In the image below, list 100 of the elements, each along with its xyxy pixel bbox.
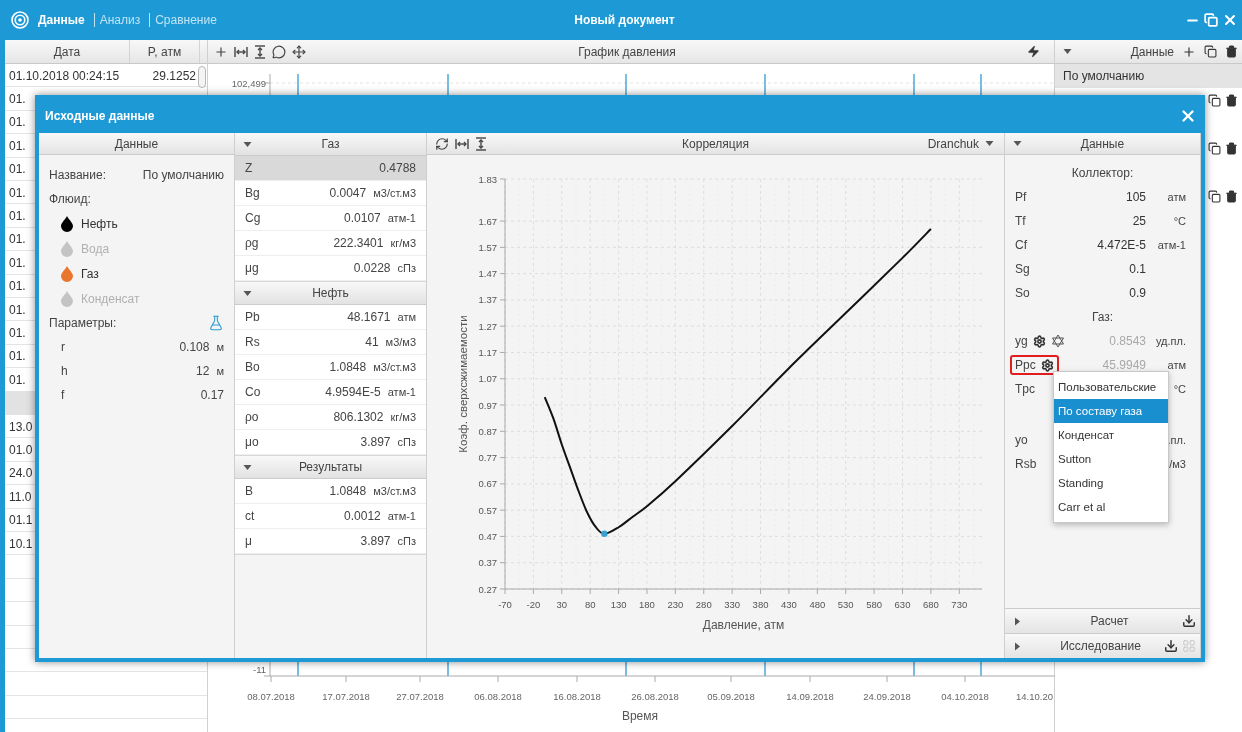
plus-icon[interactable] bbox=[214, 44, 228, 59]
axis-tick-label: 1.67 bbox=[478, 215, 497, 227]
section-header[interactable]: Газ bbox=[235, 133, 426, 156]
row-value: 4.472E-5 bbox=[1097, 238, 1146, 252]
table-cell: 01. bbox=[9, 115, 26, 130]
axis-tick-label: 0.67 bbox=[478, 478, 497, 490]
axis-tick-label: 0.47 bbox=[478, 530, 497, 542]
property-row[interactable]: B 1.0848 м3/ст.м3 bbox=[235, 479, 426, 504]
property-label: Bo bbox=[245, 360, 260, 374]
section-header[interactable]: Исследование bbox=[1005, 633, 1200, 658]
trash-icon[interactable] bbox=[1225, 141, 1238, 155]
property-row[interactable]: Co 4.9594E-5 атм-1 bbox=[235, 380, 426, 405]
axis-tick-label: 1.83 bbox=[478, 173, 497, 185]
property-label: ρo bbox=[245, 410, 259, 424]
download-icon[interactable] bbox=[1164, 639, 1178, 653]
menu-item[interactable]: Sutton bbox=[1054, 447, 1168, 471]
menu-item[interactable]: Пользовательские bbox=[1054, 375, 1168, 399]
section-header[interactable]: Нефть bbox=[235, 282, 426, 305]
close-icon[interactable] bbox=[1179, 107, 1197, 125]
param-label: h bbox=[61, 364, 68, 378]
property-row[interactable]: μ 3.897 сПз bbox=[235, 529, 426, 554]
axis-tick-label: 430 bbox=[781, 599, 797, 610]
field-label: Параметры: bbox=[49, 316, 117, 330]
property-label: Z bbox=[245, 161, 253, 175]
fit-width-icon[interactable] bbox=[455, 137, 469, 150]
method-dropdown[interactable]: Dranchuk bbox=[925, 136, 996, 151]
property-value: 1.0848 bbox=[329, 484, 367, 498]
gear-icon[interactable] bbox=[1040, 358, 1054, 372]
caret-icon[interactable] bbox=[1013, 139, 1022, 148]
property-value: 0.0047 bbox=[329, 186, 367, 200]
fit-height-icon[interactable] bbox=[254, 44, 266, 59]
trash-icon[interactable] bbox=[1225, 189, 1238, 203]
axis-tick-label: 05.09.2018 bbox=[707, 691, 755, 702]
axis-tick-label: -70 bbox=[498, 599, 512, 610]
property-row[interactable]: Cg 0.0107 атм-1 bbox=[235, 206, 426, 231]
flask-icon[interactable] bbox=[208, 315, 224, 331]
lightning-icon[interactable] bbox=[1027, 45, 1040, 58]
copy-icon[interactable] bbox=[1208, 189, 1221, 203]
property-unit: сПз bbox=[397, 262, 416, 274]
data-point[interactable] bbox=[601, 530, 608, 537]
property-value: 222.3401 bbox=[333, 236, 384, 250]
property-row[interactable]: Rs 41 м3/м3 bbox=[235, 330, 426, 355]
property-label: μg bbox=[245, 261, 259, 275]
panel-header[interactable]: Данные bbox=[1005, 133, 1200, 155]
trash-icon[interactable] bbox=[1225, 93, 1238, 107]
caret-icon[interactable] bbox=[1063, 47, 1072, 56]
property-row[interactable]: ρo 806.1302 кг/м3 bbox=[235, 405, 426, 430]
table-cell: 01. bbox=[9, 209, 26, 224]
table-cell: 01. bbox=[9, 138, 26, 153]
comment-icon[interactable] bbox=[272, 44, 286, 59]
caret-icon[interactable] bbox=[243, 288, 252, 298]
copy-icon[interactable] bbox=[1208, 141, 1221, 155]
column-header[interactable]: Дата bbox=[5, 40, 130, 63]
menu-item[interactable]: Конденсат bbox=[1054, 423, 1168, 447]
panel-title: Данные bbox=[1130, 44, 1174, 59]
menu-item[interactable]: Standing bbox=[1054, 471, 1168, 495]
fluid-option[interactable]: Нефть bbox=[81, 216, 118, 231]
section-header[interactable]: Расчет bbox=[1005, 608, 1200, 633]
close-icon[interactable] bbox=[1222, 12, 1238, 28]
property-value: 4.9594E-5 bbox=[325, 385, 381, 399]
plus-icon[interactable] bbox=[1182, 44, 1196, 59]
caret-icon[interactable] bbox=[243, 462, 252, 472]
fit-width-icon[interactable] bbox=[234, 45, 248, 58]
property-row[interactable]: ρg 222.3401 кг/м3 bbox=[235, 231, 426, 256]
caret-icon[interactable] bbox=[1013, 641, 1022, 651]
restore-icon[interactable] bbox=[1204, 13, 1218, 27]
trash-icon[interactable] bbox=[1225, 45, 1238, 58]
property-row[interactable]: Bo 1.0848 м3/ст.м3 bbox=[235, 355, 426, 380]
property-row[interactable]: μo 3.897 сПз bbox=[235, 430, 426, 455]
axis-tick-label: 0.37 bbox=[478, 557, 497, 569]
property-unit: атм-1 bbox=[387, 386, 416, 398]
property-row[interactable]: Pb 48.1671 атм bbox=[235, 305, 426, 330]
caret-icon[interactable] bbox=[985, 139, 994, 148]
menu-item[interactable]: По составу газа bbox=[1054, 399, 1168, 423]
list-item[interactable]: По умолчанию bbox=[1055, 64, 1242, 88]
refresh-icon[interactable] bbox=[435, 136, 449, 151]
property-row[interactable]: Z 0.4788 bbox=[235, 156, 426, 181]
property-row[interactable]: Bg 0.0047 м3/ст.м3 bbox=[235, 181, 426, 206]
column-header[interactable]: P, атм bbox=[130, 40, 200, 63]
caret-icon[interactable] bbox=[1013, 616, 1022, 626]
gear-icon[interactable] bbox=[1032, 334, 1046, 348]
download-icon[interactable] bbox=[1182, 614, 1196, 628]
table-cell: 24.0 bbox=[9, 466, 33, 481]
copy-icon[interactable] bbox=[1208, 93, 1221, 107]
copy-icon[interactable] bbox=[1204, 45, 1217, 58]
menu-item[interactable]: Carr et al bbox=[1054, 495, 1168, 519]
property-row[interactable]: ct 0.0012 атм-1 bbox=[235, 504, 426, 529]
fit-height-icon[interactable] bbox=[475, 136, 487, 151]
fluid-option[interactable]: Газ bbox=[81, 266, 99, 281]
scrollbar-thumb[interactable] bbox=[198, 66, 206, 88]
axis-tick-label: 530 bbox=[837, 599, 854, 610]
hexagram-icon[interactable] bbox=[1050, 334, 1065, 348]
property-value: 0.0107 bbox=[344, 211, 381, 225]
axis-tick-label: 0.97 bbox=[478, 399, 497, 411]
row-label: yg bbox=[1010, 331, 1070, 351]
caret-icon[interactable] bbox=[243, 139, 252, 149]
property-row[interactable]: μg 0.0228 сПз bbox=[235, 256, 426, 281]
move-icon[interactable] bbox=[292, 44, 306, 59]
axis-tick-label: 1.57 bbox=[478, 241, 497, 253]
section-header[interactable]: Результаты bbox=[235, 456, 426, 479]
